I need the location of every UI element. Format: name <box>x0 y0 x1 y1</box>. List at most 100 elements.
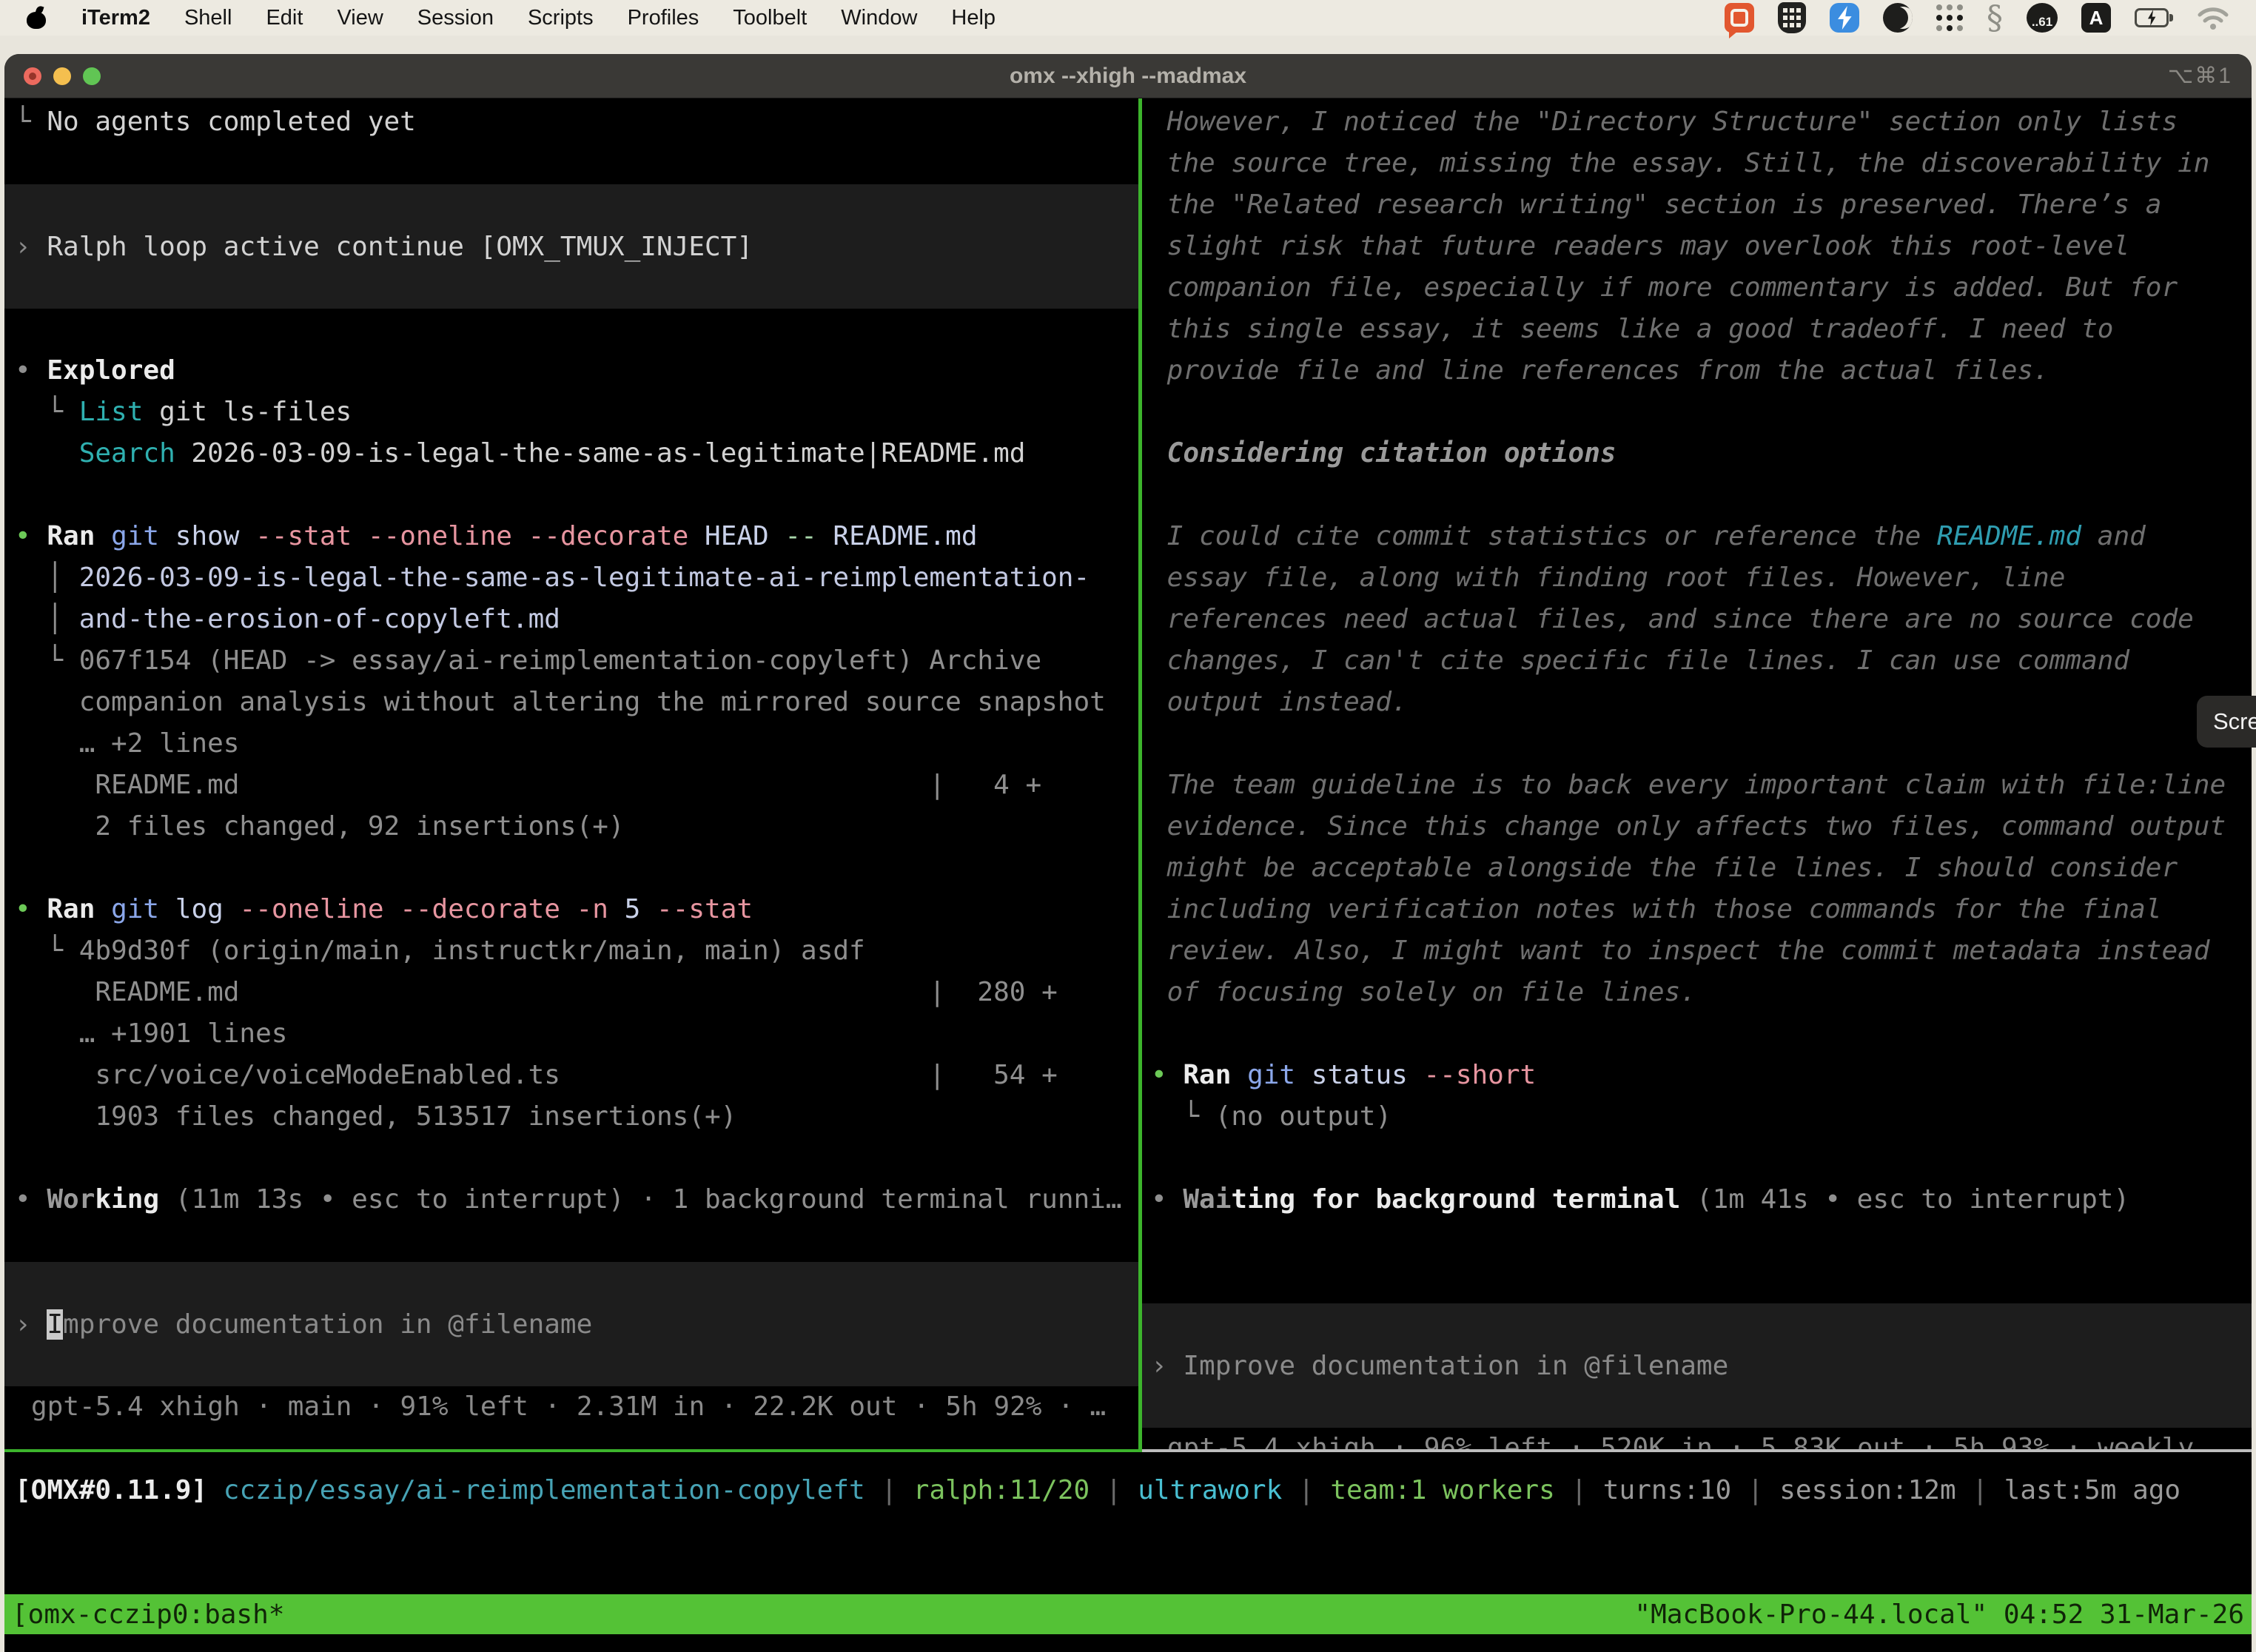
terminal-line: Search 2026-03-09-is-legal-the-same-as-l… <box>15 433 1138 474</box>
terminal-line: • Ran git log --oneline --decorate -n 5 … <box>15 889 1138 930</box>
terminal-line: 1903 files changed, 513517 insertions(+) <box>15 1096 1138 1138</box>
terminal-line: including verification notes with those … <box>1151 889 2252 930</box>
terminal-line <box>1151 1138 2252 1179</box>
terminal-line: • Ran git status --short <box>1151 1055 2252 1096</box>
window-title-bar[interactable]: omx --xhigh --madmax ⌥⌘1 <box>4 54 2252 98</box>
terminal-line: Considering citation options <box>1151 433 2252 474</box>
shield-grid-icon[interactable] <box>1778 2 1806 33</box>
terminal-line: The team guideline is to back every impo… <box>1151 765 2252 806</box>
menu-item-help[interactable]: Help <box>951 6 996 30</box>
left-terminal-pane[interactable]: └ No agents completed yet › Ralph loop a… <box>4 98 1138 1449</box>
terminal-line: companion analysis without altering the … <box>15 682 1138 723</box>
pane-bottom-border <box>4 1449 2252 1452</box>
terminal-line: of focusing solely on file lines. <box>1151 972 2252 1013</box>
terminal-line <box>15 309 1138 350</box>
terminal-line: … +2 lines <box>15 723 1138 765</box>
terminal-line: └ 067f154 (HEAD -> essay/ai-reimplementa… <box>15 640 1138 682</box>
terminal-line <box>15 1138 1138 1179</box>
terminal-line: evidence. Since this change only affects… <box>1151 806 2252 847</box>
terminal-line: … +1901 lines <box>15 1013 1138 1055</box>
terminal-line: • Working (11m 13s • esc to interrupt) ·… <box>15 1179 1138 1220</box>
terminal-line: [OMX#0.11.9] cczip/essay/ai-reimplementa… <box>15 1470 2252 1511</box>
terminal-line: I could cite commit statistics or refere… <box>1151 516 2252 557</box>
terminal-line <box>15 474 1138 516</box>
ralph-inject-box: › Ralph loop active continue [OMX_TMUX_I… <box>4 184 1138 309</box>
terminal-line: 2 files changed, 92 insertions(+) <box>15 806 1138 847</box>
terminal-line <box>1151 1220 2252 1262</box>
iterm2-window: omx --xhigh --madmax ⌥⌘1 └ No agents com… <box>4 54 2252 1652</box>
terminal-line: • Waiting for background terminal (1m 41… <box>1151 1179 2252 1220</box>
terminal-line: might be acceptable alongside the file l… <box>1151 847 2252 889</box>
terminal-line: └ (no output) <box>1151 1096 2252 1138</box>
input-source-a-icon[interactable]: A <box>2081 3 2111 33</box>
tmux-session-label: [omx-cczip0:bash* <box>12 1599 284 1630</box>
menu-item-edit[interactable]: Edit <box>266 6 303 30</box>
terminal-line: companion file, especially if more comme… <box>1151 267 2252 309</box>
terminal-line <box>15 847 1138 889</box>
left-model-status-line: gpt-5.4 xhigh · main · 91% left · 2.31M … <box>15 1386 1138 1428</box>
prompt-chevron: › <box>15 1309 47 1340</box>
wifi-icon[interactable] <box>2197 5 2229 30</box>
left-input-placeholder: mprove documentation in @filename <box>63 1309 592 1340</box>
terminal-line: └ List git ls-files <box>15 392 1138 433</box>
right-prompt-input[interactable]: › Improve documentation in @filename <box>1142 1303 2252 1428</box>
right-model-status-line: gpt-5.4 xhigh · 96% left · 520K in · 5.8… <box>1151 1428 2252 1449</box>
menu-item-scripts[interactable]: Scripts <box>528 6 594 30</box>
terminal-line <box>15 1220 1138 1262</box>
screen-overlay-chip[interactable]: Scre <box>2197 696 2256 748</box>
chat-icon[interactable] <box>1725 3 1754 33</box>
contrast-circle-icon[interactable] <box>1883 3 1913 33</box>
terminal-line <box>1151 723 2252 765</box>
terminal-line <box>1151 1013 2252 1055</box>
right-terminal-pane[interactable]: However, I noticed the "Directory Struct… <box>1142 98 2252 1449</box>
terminal-line <box>1151 474 2252 516</box>
terminal-line: references need actual files, and since … <box>1151 599 2252 640</box>
terminal-line: changes, I can't cite specific file line… <box>1151 640 2252 682</box>
tmux-host-clock: "MacBook-Pro-44.local" 04:52 31-Mar-26 <box>1634 1599 2244 1630</box>
terminal-line: review. Also, I might want to inspect th… <box>1151 930 2252 972</box>
squiggle-icon[interactable]: § <box>1987 0 2003 37</box>
menu-item-session[interactable]: Session <box>417 6 494 30</box>
terminal-line: • Ran git show --stat --oneline --decora… <box>15 516 1138 557</box>
inject-box-text: Ralph loop active continue [OMX_TMUX_INJ… <box>47 232 753 262</box>
terminal-line <box>15 143 1138 184</box>
terminal-line: └ No agents completed yet <box>15 101 1138 143</box>
terminal-line: output instead. <box>1151 682 2252 723</box>
terminal-line: However, I noticed the "Directory Struct… <box>1151 101 2252 143</box>
macos-menu-bar: iTerm2 Shell Edit View Session Scripts Profile… <box>0 0 2256 36</box>
menu-item-toolbelt[interactable]: Toolbelt <box>733 6 807 30</box>
terminal-line: src/voice/voiceModeEnabled.ts | 54 + <box>15 1055 1138 1096</box>
omx-status-area: [OMX#0.11.9] cczip/essay/ai-reimplementa… <box>4 1452 2252 1594</box>
terminal-line: README.md | 280 + <box>15 972 1138 1013</box>
menu-item-window[interactable]: Window <box>841 6 917 30</box>
terminal-line: slight risk that future readers may over… <box>1151 226 2252 267</box>
terminal-line: │ and-the-erosion-of-copyleft.md <box>15 599 1138 640</box>
window-title: omx --xhigh --madmax <box>4 64 2252 89</box>
menu-item-view[interactable]: View <box>337 6 383 30</box>
prompt-chevron: › <box>1151 1351 1183 1381</box>
left-prompt-input[interactable]: › Improve documentation in @filename <box>4 1262 1138 1386</box>
terminal-line: this single essay, it seems like a good … <box>1151 309 2252 350</box>
terminal-line: provide file and line references from th… <box>1151 350 2252 392</box>
bolt-badge-icon[interactable] <box>1830 3 1859 33</box>
badge-61-icon[interactable]: ..61 <box>2027 3 2058 33</box>
menu-items: iTerm2 Shell Edit View Session Scripts Profile… <box>81 6 996 30</box>
menu-item-profiles[interactable]: Profiles <box>628 6 699 30</box>
menu-item-iterm2[interactable]: iTerm2 <box>81 6 150 30</box>
right-input-placeholder: Improve documentation in @filename <box>1183 1351 1728 1381</box>
terminal-line: • Explored <box>15 350 1138 392</box>
dots-grid-icon[interactable] <box>1936 4 1963 31</box>
menu-bar-status-icons: § ..61 A <box>1725 0 2229 37</box>
terminal-line: essay file, along with finding root file… <box>1151 557 2252 599</box>
battery-icon[interactable] <box>2135 8 2173 27</box>
terminal-line: │ 2026-03-09-is-legal-the-same-as-legiti… <box>15 557 1138 599</box>
apple-menu-icon[interactable] <box>27 7 46 29</box>
terminal-line: README.md | 4 + <box>15 765 1138 806</box>
menu-item-shell[interactable]: Shell <box>184 6 232 30</box>
terminal-line <box>1151 392 2252 433</box>
omx-status-line: [OMX#0.11.9] cczip/essay/ai-reimplementa… <box>4 1470 2252 1511</box>
prompt-chevron: › <box>15 232 47 262</box>
terminal-line: the "Related research writing" section i… <box>1151 184 2252 226</box>
terminal-area: └ No agents completed yet › Ralph loop a… <box>4 98 2252 1651</box>
text-cursor: I <box>47 1309 63 1340</box>
